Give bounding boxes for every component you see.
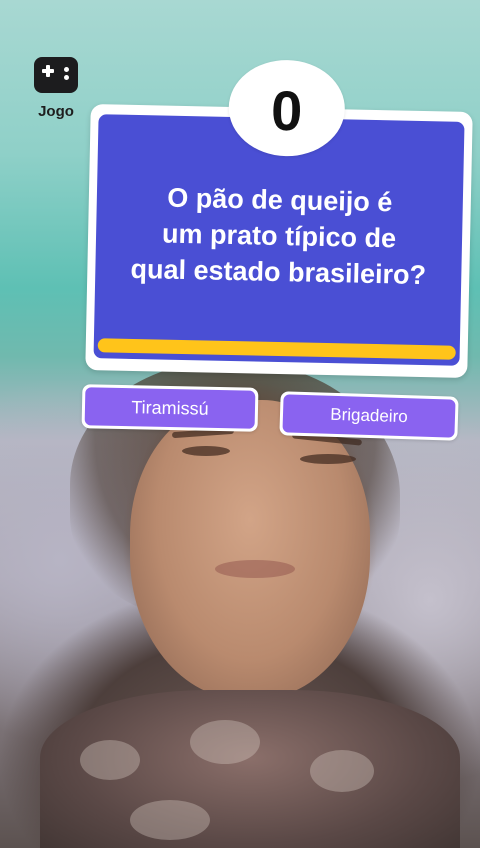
- person-face: [130, 400, 370, 700]
- person-shirt: [40, 690, 460, 848]
- question-line: qual estado brasileiro?: [130, 253, 427, 291]
- score-value: 0: [270, 78, 303, 143]
- camera-view: Jogo O pão de queijo é um prato típico d…: [0, 0, 480, 848]
- person-mouth: [215, 560, 295, 578]
- question-card: O pão de queijo é um prato típico de qua…: [85, 58, 473, 378]
- left-eye: [182, 446, 230, 456]
- answer-button-tiramissu[interactable]: Tiramissú: [81, 384, 259, 432]
- shirt-pattern: [310, 750, 374, 792]
- gamepad-icon[interactable]: [34, 57, 78, 93]
- answer-button-brigadeiro[interactable]: Brigadeiro: [279, 391, 459, 441]
- shirt-pattern: [130, 800, 210, 840]
- game-label[interactable]: Jogo: [26, 103, 86, 120]
- right-eye: [300, 454, 356, 464]
- answer-label: Tiramissú: [84, 387, 256, 429]
- timer-bar: [97, 338, 456, 360]
- question-text: O pão de queijo é um prato típico de qua…: [105, 178, 453, 293]
- shirt-pattern: [80, 740, 140, 780]
- answer-label: Brigadeiro: [282, 394, 456, 438]
- shirt-pattern: [190, 720, 260, 764]
